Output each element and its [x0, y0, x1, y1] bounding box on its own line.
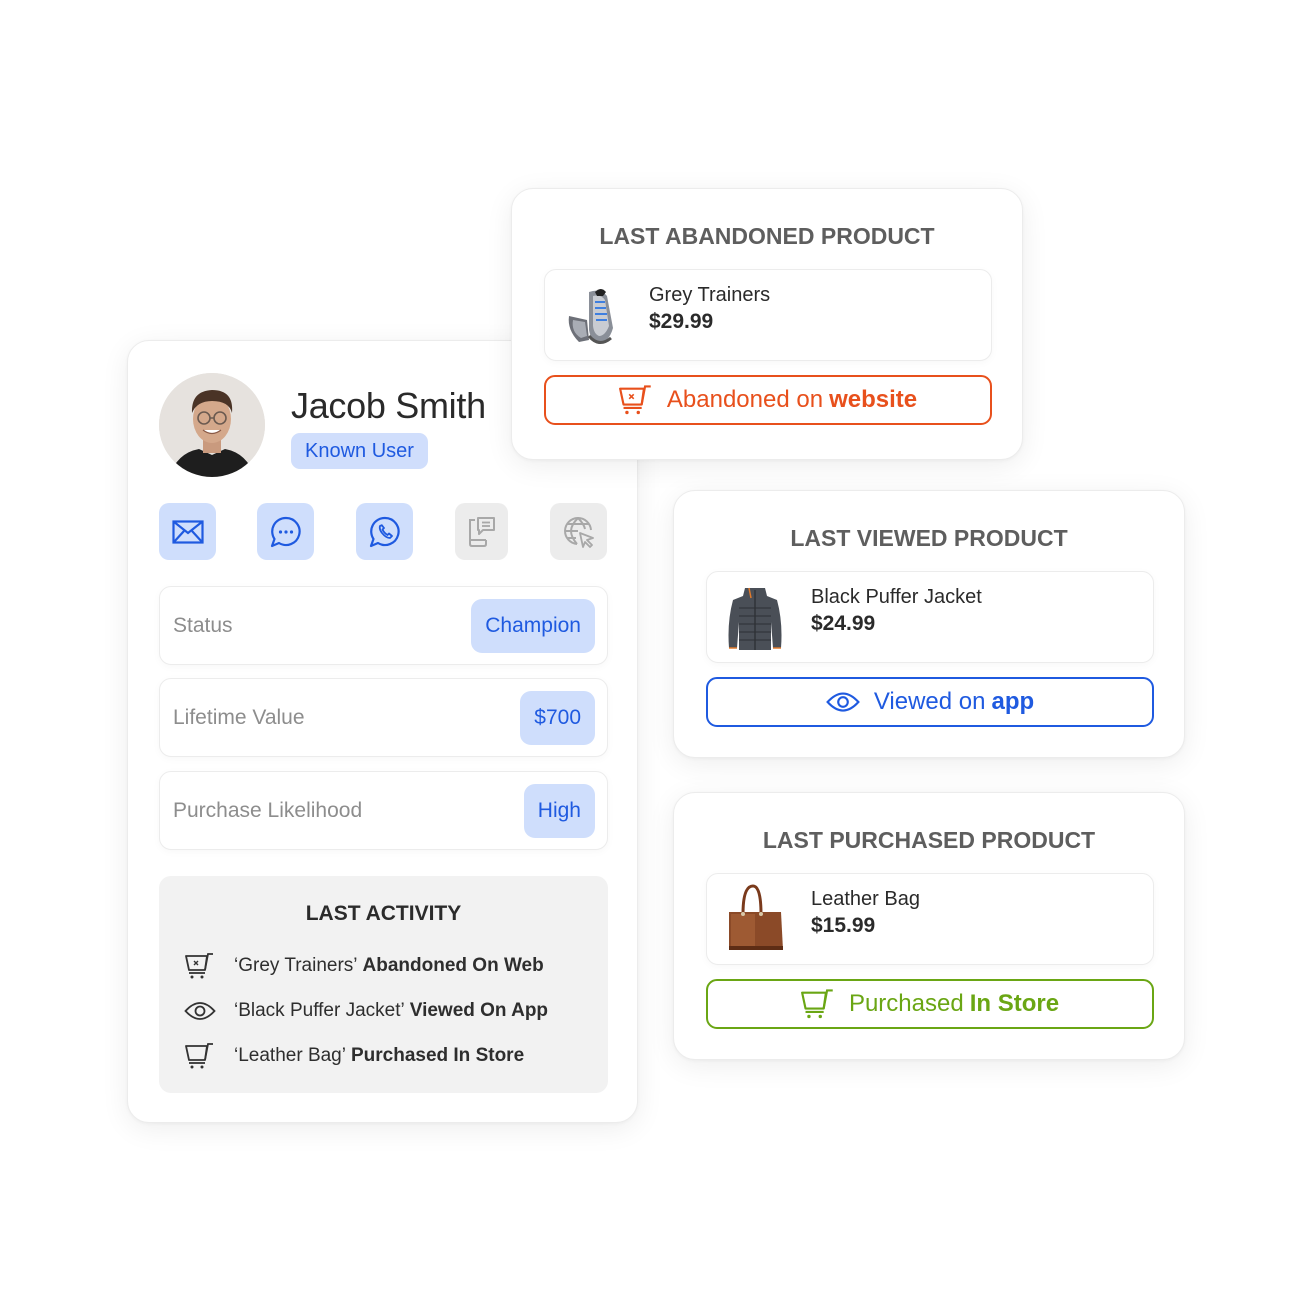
activity-item: ‘Black Puffer Jacket’ Viewed On App	[183, 995, 548, 1027]
card-title: LAST ABANDONED PRODUCT	[599, 223, 935, 249]
card-title: LAST VIEWED PRODUCT	[790, 525, 1068, 551]
activity-item: ‘Grey Trainers’ Abandoned On Web	[183, 950, 544, 982]
last-viewed-product-card: LAST VIEWED PRODUCT Black Puffer Jacket …	[673, 490, 1185, 758]
activity-product: ‘Grey Trainers’	[234, 955, 358, 976]
lifetime-value-badge: $700	[520, 691, 595, 745]
purchased-in-store-button[interactable]: Purchased In Store	[706, 979, 1154, 1029]
puffer-jacket-image	[721, 582, 791, 654]
user-type-badge: Known User	[291, 433, 428, 469]
last-purchased-product-card: LAST PURCHASED PRODUCT Leather Bag $15.9…	[673, 792, 1185, 1060]
avatar	[159, 373, 265, 477]
chat-bubble-icon	[270, 516, 301, 547]
activity-action: Viewed On App	[409, 1000, 549, 1021]
email-icon	[171, 519, 204, 544]
last-abandoned-product-card: LAST ABANDONED PRODUCT Grey Trainers $29…	[511, 188, 1023, 460]
attribute-label: Status	[173, 614, 233, 637]
product-name: Grey Trainers	[649, 284, 771, 306]
activity-action: Abandoned On Web	[362, 955, 544, 976]
attribute-row-purchase-likelihood: Purchase Likelihood High	[159, 771, 608, 850]
product-item[interactable]: Leather Bag $15.99	[706, 873, 1154, 965]
attribute-label: Lifetime Value	[173, 706, 305, 729]
cart-icon	[801, 988, 835, 1020]
viewed-on-app-button[interactable]: Viewed on app	[706, 677, 1154, 727]
product-item[interactable]: Grey Trainers $29.99	[544, 269, 992, 361]
activity-product: ‘Leather Bag’	[234, 1045, 346, 1066]
button-text: Viewed on	[873, 688, 986, 715]
channel-email-button[interactable]	[159, 503, 216, 560]
channel-icons	[159, 503, 608, 560]
activity-item: ‘Leather Bag’ Purchased In Store	[183, 1040, 524, 1072]
status-badge: Champion	[471, 599, 595, 653]
avatar-photo	[159, 373, 265, 477]
grey-trainers-image	[559, 280, 629, 352]
last-activity-title: LAST ACTIVITY	[305, 902, 462, 925]
product-price: $15.99	[811, 914, 876, 937]
leather-bag-image	[721, 884, 791, 956]
activity-action: Purchased In Store	[350, 1045, 525, 1066]
attribute-label: Purchase Likelihood	[173, 799, 363, 822]
purchase-likelihood-badge: High	[523, 784, 595, 838]
product-name: Leather Bag	[811, 888, 920, 910]
channel-sms-button[interactable]	[455, 503, 508, 560]
attribute-row-lifetime-value: Lifetime Value $700	[159, 678, 608, 757]
card-title: LAST PURCHASED PRODUCT	[762, 827, 1096, 853]
channel-web-button[interactable]	[550, 503, 607, 560]
button-text: Abandoned on	[666, 386, 824, 413]
product-price: $24.99	[811, 612, 876, 635]
mobile-message-icon	[468, 516, 495, 547]
product-item[interactable]: Black Puffer Jacket $24.99	[706, 571, 1154, 663]
cart-abandoned-icon	[618, 384, 653, 416]
product-price: $29.99	[649, 310, 714, 333]
attribute-row-status: Status Champion	[159, 586, 608, 665]
last-activity-panel: LAST ACTIVITY ‘Grey Trainers’ Abandoned O…	[159, 876, 608, 1093]
cart-abandoned-icon	[183, 951, 217, 981]
eye-icon	[825, 691, 860, 713]
channel-chat-button[interactable]	[257, 503, 314, 560]
web-cursor-icon	[563, 516, 594, 548]
eye-icon	[183, 996, 217, 1026]
button-channel: website	[829, 386, 918, 413]
abandoned-on-website-button[interactable]: Abandoned on website	[544, 375, 992, 425]
channel-whatsapp-button[interactable]	[356, 503, 413, 560]
user-name: Jacob Smith	[291, 385, 486, 426]
whatsapp-icon	[369, 516, 400, 547]
activity-product: ‘Black Puffer Jacket’	[234, 1000, 405, 1021]
button-channel: In Store	[969, 990, 1060, 1017]
button-text: Purchased	[848, 990, 964, 1017]
cart-icon	[183, 1041, 217, 1071]
button-channel: app	[991, 688, 1035, 715]
product-name: Black Puffer Jacket	[811, 586, 982, 608]
